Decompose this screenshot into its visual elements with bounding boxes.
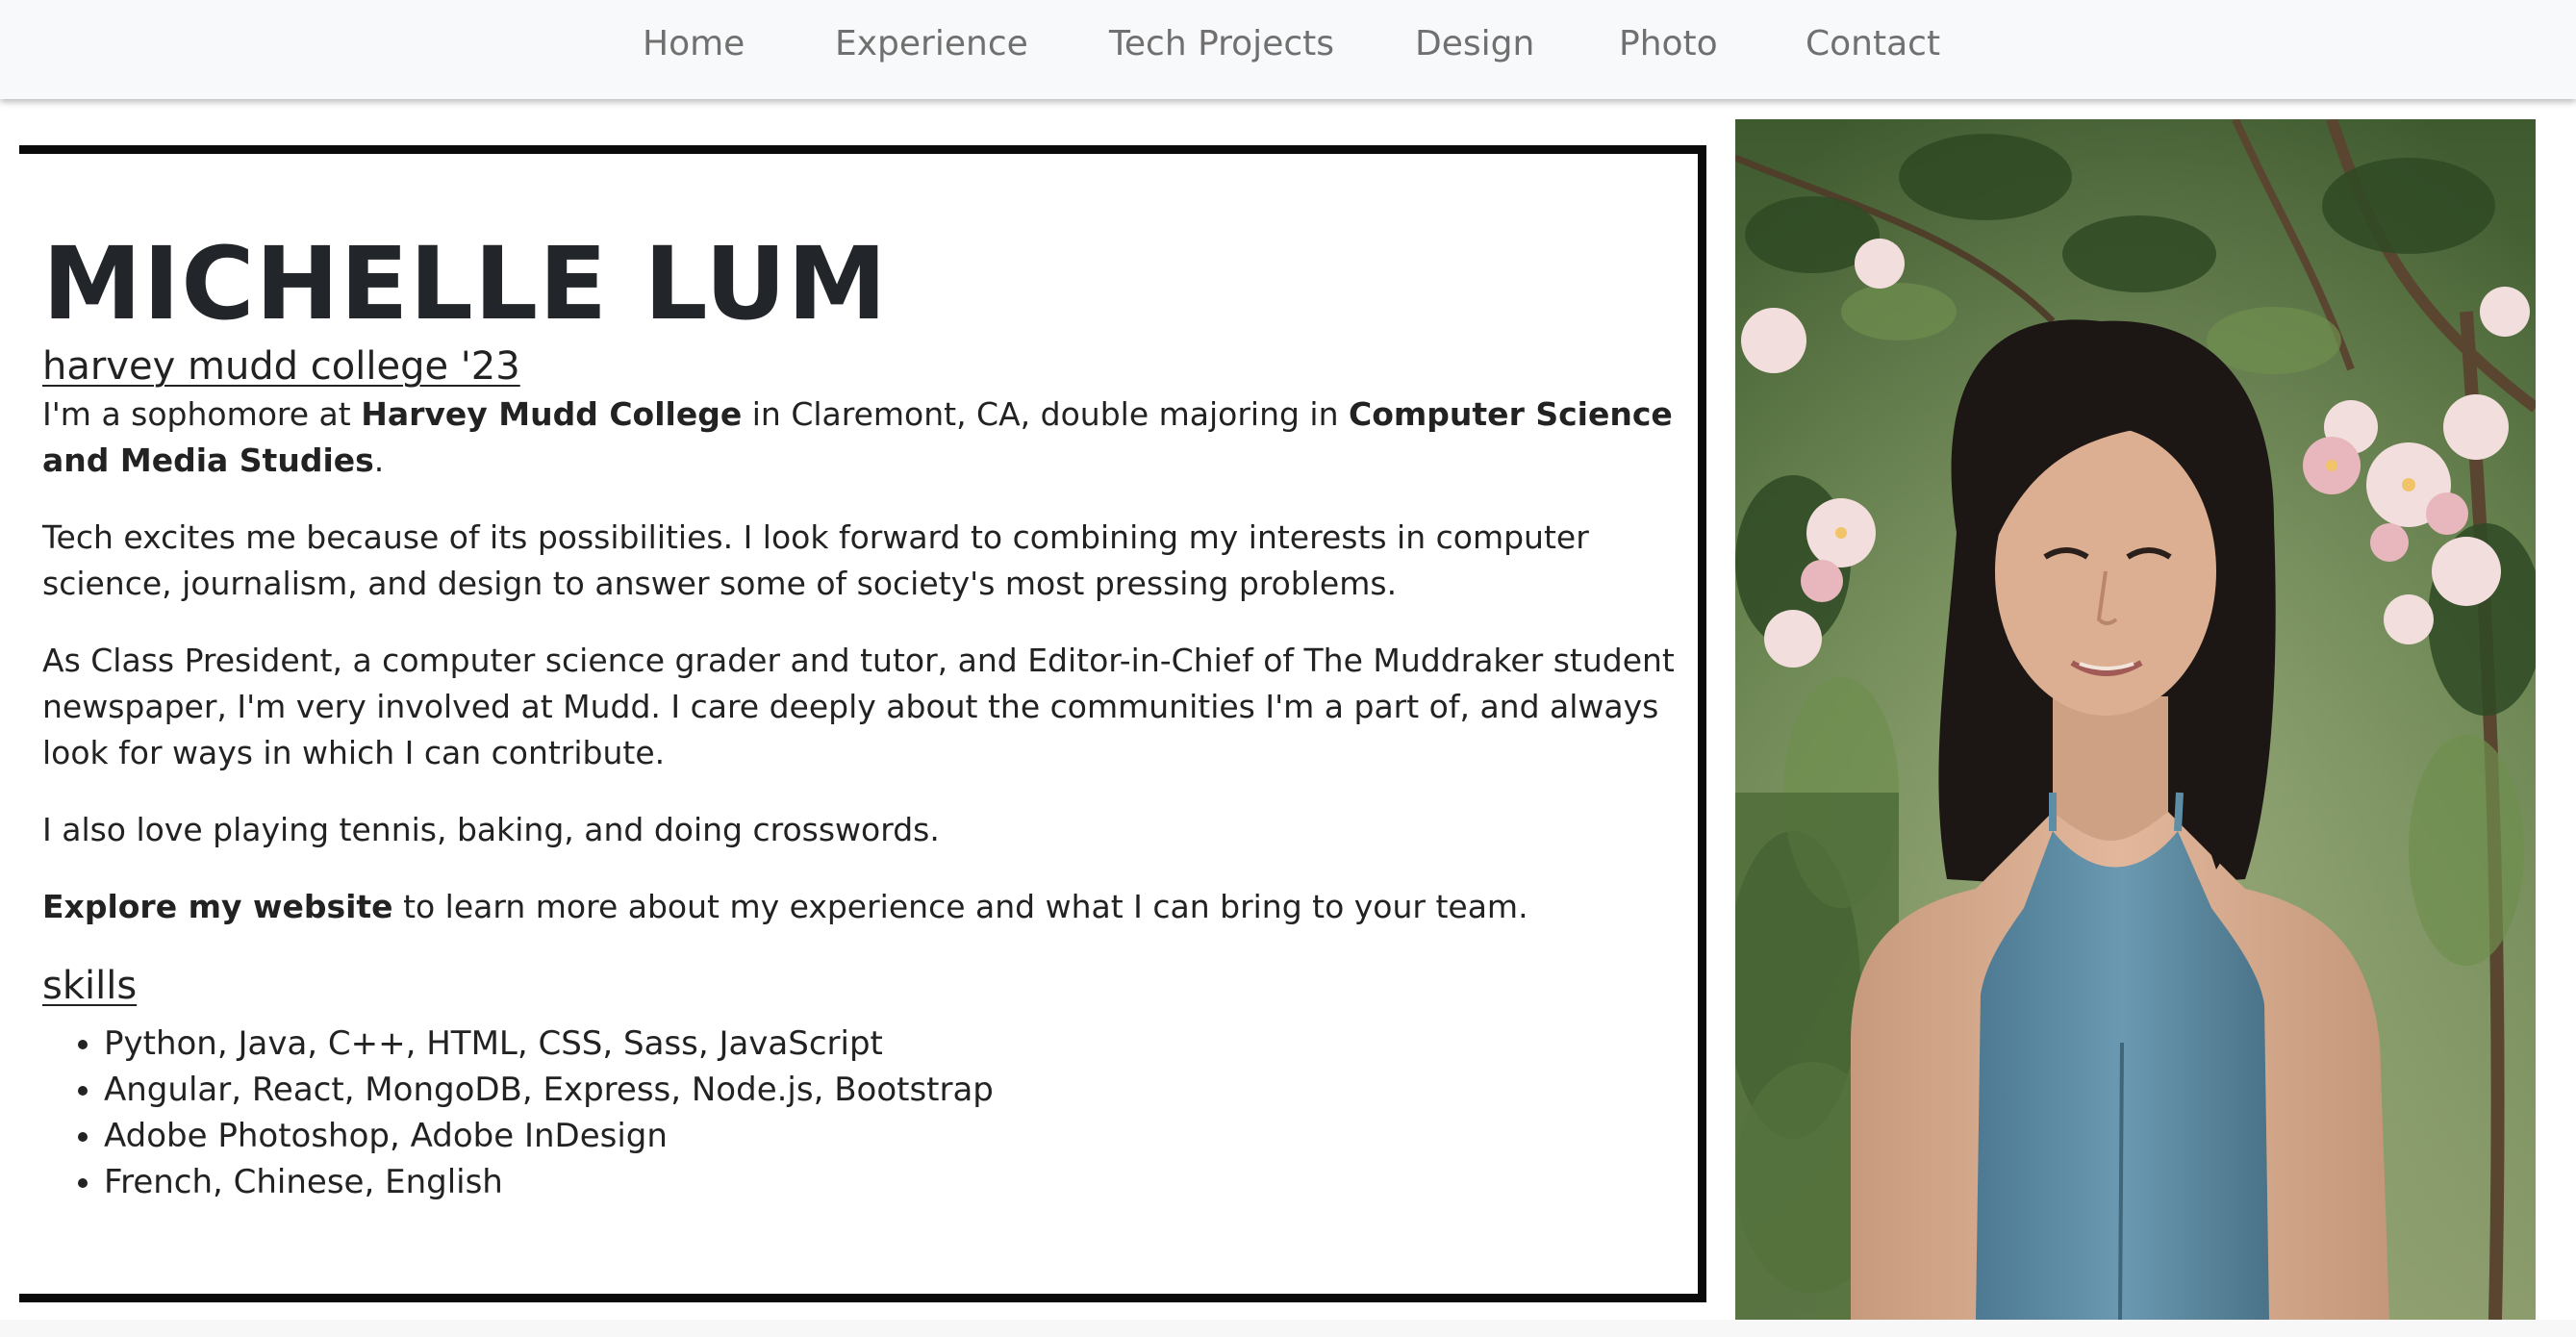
intro-paragraph: I'm a sophomore at Harvey Mudd College i… (42, 391, 1682, 484)
page-title: MICHELLE LUM (42, 225, 888, 342)
nav-experience-link[interactable]: Experience (835, 22, 1028, 66)
explore-paragraph: Explore my website to learn more about m… (42, 884, 1682, 930)
bio-content: MICHELLE LUM harvey mudd college '23 I'm… (42, 226, 1682, 1205)
skill-item: Python, Java, C++, HTML, CSS, Sass, Java… (104, 1021, 1682, 1067)
skill-item: Angular, React, MongoDB, Express, Node.j… (104, 1067, 1682, 1113)
explore-bold: Explore my website (42, 888, 393, 925)
nav-design-link[interactable]: Design (1415, 22, 1534, 66)
intro-college: Harvey Mudd College (361, 395, 743, 433)
explore-rest: to learn more about my experience and wh… (392, 888, 1528, 925)
profile-portrait (1735, 119, 2536, 1320)
bio-card: MICHELLE LUM harvey mudd college '23 I'm… (19, 145, 1706, 1302)
intro-text-pre: I'm a sophomore at (42, 395, 362, 433)
skill-item: Adobe Photoshop, Adobe InDesign (104, 1113, 1682, 1159)
skills-heading: skills (42, 964, 138, 1008)
page-bottom-strip (0, 1320, 2576, 1337)
nav-contact-link[interactable]: Contact (1806, 22, 1940, 66)
nav-home-link[interactable]: Home (643, 22, 745, 66)
nav-photo-link[interactable]: Photo (1619, 22, 1718, 66)
portrait-illustration (1735, 119, 2536, 1320)
nav-tech-projects-link[interactable]: Tech Projects (1109, 22, 1334, 66)
intro-text-post: . (373, 441, 385, 479)
hobbies-paragraph: I also love playing tennis, baking, and … (42, 811, 940, 848)
intro-text-mid: in Claremont, CA, double majoring in (742, 395, 1350, 433)
tech-paragraph: Tech excites me because of its possibili… (42, 518, 1589, 602)
skills-list: Python, Java, C++, HTML, CSS, Sass, Java… (42, 1021, 1682, 1205)
involvement-paragraph: As Class President, a computer science g… (42, 642, 1675, 771)
top-navbar: Home Experience Tech Projects Design Pho… (0, 0, 2576, 99)
college-subtitle: harvey mudd college '23 (42, 344, 520, 389)
skill-item: French, Chinese, English (104, 1159, 1682, 1205)
